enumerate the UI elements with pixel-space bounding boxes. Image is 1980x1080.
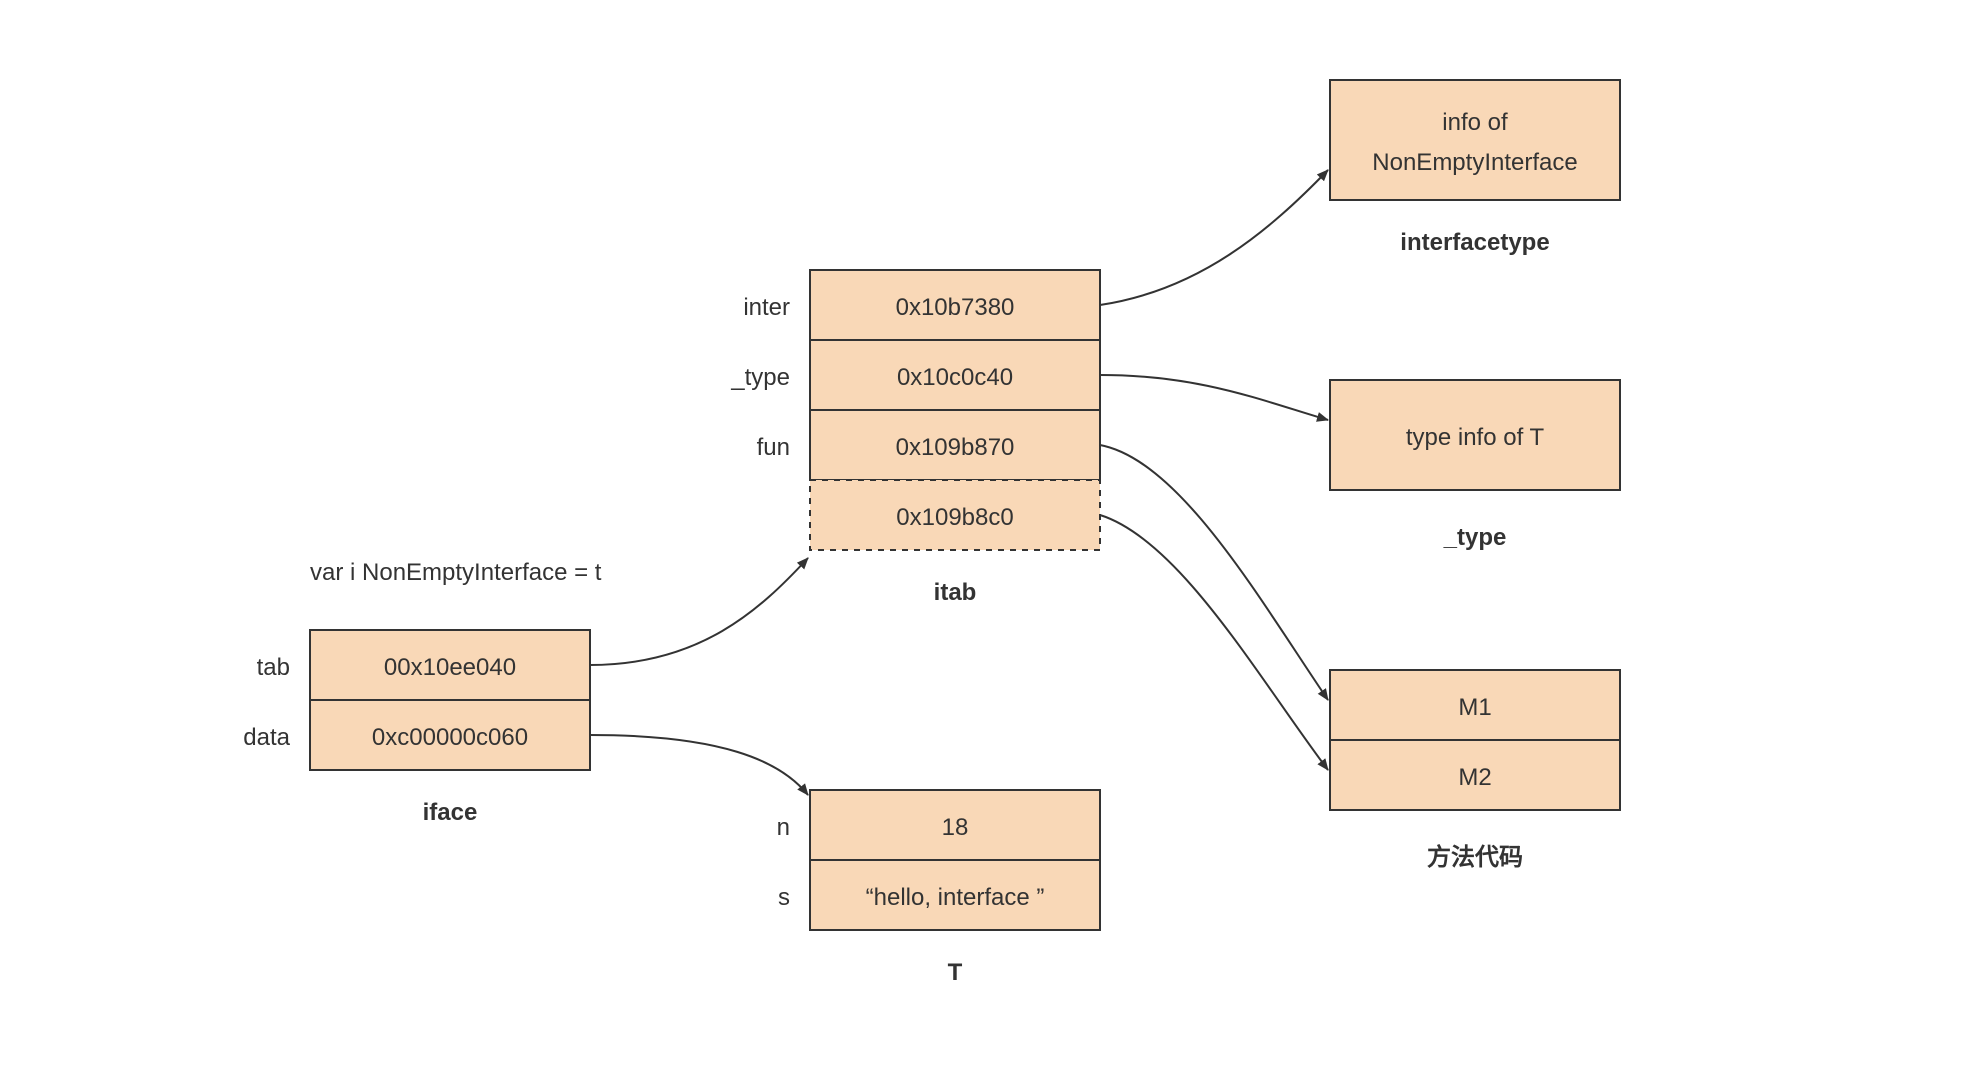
itab-row0-value: 0x10b7380 xyxy=(896,294,1015,321)
t-row0-value: 18 xyxy=(942,814,969,841)
arrow-data-t xyxy=(590,735,808,795)
itab-row2-value: 0x109b870 xyxy=(896,434,1015,461)
iface-row0-label: tab xyxy=(257,654,290,681)
itab-row1-label: _type xyxy=(730,364,790,391)
itab-row0-label: inter xyxy=(743,294,790,321)
iface-row1-label: data xyxy=(243,724,290,751)
iface-block: tab data 00x10ee040 0xc00000c060 iface xyxy=(243,630,590,826)
methods-caption: 方法代码 xyxy=(1427,843,1523,871)
itab-caption: itab xyxy=(934,579,977,606)
arrow-inter-interfacetype xyxy=(1100,170,1328,305)
arrow-fun-m1 xyxy=(1100,445,1328,700)
itab-row1-value: 0x10c0c40 xyxy=(897,364,1013,391)
t-block: n s 18 “hello, interface ” T xyxy=(777,790,1100,986)
arrow-type-typebox xyxy=(1100,375,1328,420)
t-row1-label: s xyxy=(778,884,790,911)
iface-caption: iface xyxy=(423,799,478,826)
declaration-text: var i NonEmptyInterface = t xyxy=(310,559,602,586)
interfacetype-block: info of NonEmptyInterface interfacetype xyxy=(1330,80,1620,256)
t-row0-label: n xyxy=(777,814,790,841)
itab-block: inter _type fun 0x10b7380 0x10c0c40 0x10… xyxy=(730,270,1100,606)
interfacetype-line0: info of xyxy=(1442,109,1508,136)
methods-row0: M1 xyxy=(1458,694,1491,721)
type-block: type info of T _type xyxy=(1330,380,1620,551)
t-row1-value: “hello, interface ” xyxy=(866,884,1045,911)
t-caption: T xyxy=(948,959,963,986)
arrow-tab-itab xyxy=(590,558,808,665)
methods-row1: M2 xyxy=(1458,764,1491,791)
arrow-fun-m2 xyxy=(1100,515,1328,770)
interfacetype-line1: NonEmptyInterface xyxy=(1372,149,1577,176)
itab-row3-value: 0x109b8c0 xyxy=(896,504,1013,531)
methods-block: M1 M2 方法代码 xyxy=(1330,670,1620,871)
itab-row2-label: fun xyxy=(757,434,790,461)
iface-row0-value: 00x10ee040 xyxy=(384,654,516,681)
iface-row1-value: 0xc00000c060 xyxy=(372,724,528,751)
type-caption: _type xyxy=(1443,524,1507,551)
type-line0: type info of T xyxy=(1406,424,1545,451)
interfacetype-caption: interfacetype xyxy=(1400,229,1549,256)
